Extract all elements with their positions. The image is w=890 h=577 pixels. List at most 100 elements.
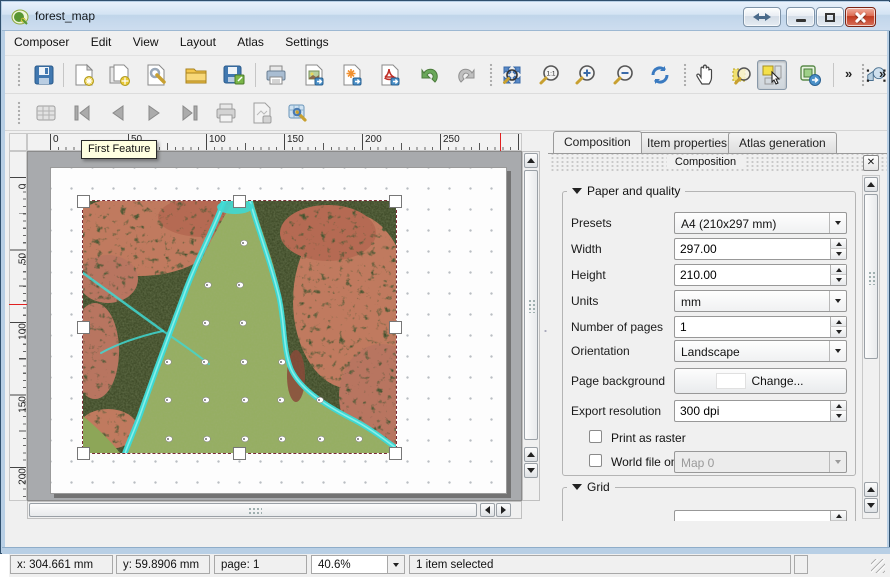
spin-up-icon[interactable] — [830, 265, 846, 275]
spin-up-icon[interactable] — [830, 317, 846, 327]
selection-handle-nw[interactable] — [77, 195, 90, 208]
menu-settings[interactable]: Settings — [276, 31, 337, 53]
toolbar-drag-handle[interactable] — [17, 63, 21, 87]
duplicate-composition-button[interactable] — [105, 60, 135, 90]
width-input[interactable] — [674, 238, 847, 260]
panel-vertical-scrollbar[interactable] — [862, 175, 880, 519]
save-project-button[interactable] — [29, 60, 59, 90]
dock-close-button[interactable]: ✕ — [863, 155, 879, 171]
spin-up-icon[interactable] — [830, 401, 846, 411]
panel-scroll-thumb[interactable] — [864, 194, 878, 359]
height-spinbox[interactable] — [674, 264, 847, 286]
tab-composition[interactable]: Composition — [553, 131, 642, 153]
menu-composer[interactable]: Composer — [5, 31, 78, 53]
presets-combo[interactable]: A4 (210x297 mm) — [674, 212, 847, 234]
units-combo[interactable]: mm — [674, 290, 847, 312]
load-template-button[interactable] — [181, 60, 211, 90]
minimize-button[interactable] — [786, 7, 815, 27]
new-composition-button[interactable] — [69, 60, 99, 90]
grid-group-header[interactable]: Grid — [567, 480, 615, 494]
height-input[interactable] — [674, 264, 847, 286]
next-feature-button[interactable] — [139, 98, 169, 128]
spin-up-icon[interactable] — [830, 239, 846, 249]
export-svg-button[interactable] — [337, 60, 367, 90]
pan-button[interactable] — [691, 60, 721, 90]
canvas-horizontal-scrollbar[interactable] — [27, 501, 522, 519]
spin-down-icon[interactable] — [830, 411, 846, 421]
last-feature-button[interactable] — [175, 98, 205, 128]
canvas-vertical-scrollbar[interactable] — [522, 151, 540, 501]
menu-atlas[interactable]: Atlas — [228, 31, 273, 53]
toolbar-drag-handle[interactable] — [683, 63, 687, 87]
menu-layout[interactable]: Layout — [171, 31, 225, 53]
toolbar-overflow-chevron[interactable]: » — [879, 66, 885, 81]
undo-button[interactable] — [415, 60, 445, 90]
composition-panel: Composition Item properties Atlas genera… — [548, 131, 887, 521]
spin-down-icon[interactable] — [830, 327, 846, 337]
number-of-pages-input[interactable] — [674, 316, 847, 338]
selection-handle-sw[interactable] — [77, 447, 90, 460]
selection-handle-ne[interactable] — [389, 195, 402, 208]
spin-down-icon[interactable] — [830, 249, 846, 259]
zoom-level-combo[interactable]: 40.6% — [311, 555, 405, 574]
refresh-button[interactable] — [645, 60, 675, 90]
export-resolution-input[interactable] — [674, 400, 847, 422]
previous-feature-button[interactable] — [103, 98, 133, 128]
spin-down-icon[interactable] — [830, 275, 846, 285]
title-bar[interactable]: forest_map — [2, 2, 890, 31]
dock-header[interactable]: Composition ✕ — [550, 154, 887, 172]
toolbar-overflow-chevron[interactable]: » — [845, 66, 851, 81]
redo-button[interactable] — [451, 60, 481, 90]
zoom-out-button[interactable] — [609, 60, 639, 90]
zoom-in-button[interactable] — [571, 60, 601, 90]
zoom-actual-button[interactable]: 1:1 — [535, 60, 565, 90]
export-atlas-button[interactable] — [247, 98, 277, 128]
spin-up-icon[interactable] — [830, 511, 846, 521]
horizontal-scroll-thumb[interactable] — [29, 503, 477, 517]
grid-input[interactable] — [674, 510, 847, 521]
selection-handle-e[interactable] — [389, 321, 402, 334]
export-pdf-button[interactable] — [375, 60, 405, 90]
zoom-region-button[interactable] — [727, 60, 757, 90]
atlas-settings-button[interactable] — [283, 98, 313, 128]
selection-handle-n[interactable] — [233, 195, 246, 208]
shade-button[interactable] — [743, 7, 781, 27]
paper-group-header[interactable]: Paper and quality — [567, 184, 685, 198]
selection-handle-se[interactable] — [389, 447, 402, 460]
orientation-combo[interactable]: Landscape — [674, 340, 847, 362]
composition-viewport[interactable] — [27, 151, 522, 501]
zoom-full-button[interactable] — [497, 60, 527, 90]
close-button[interactable] — [845, 7, 876, 27]
select-move-item-button[interactable] — [757, 60, 787, 90]
page-background-button[interactable]: Change... — [674, 368, 847, 394]
world-file-checkbox[interactable] — [589, 454, 602, 467]
tab-atlas-generation[interactable]: Atlas generation — [728, 132, 837, 153]
save-template-button[interactable] — [219, 60, 249, 90]
resize-grip[interactable] — [871, 559, 885, 573]
export-image-button[interactable] — [299, 60, 329, 90]
toolbar-drag-handle[interactable] — [489, 63, 493, 87]
map-item-selected[interactable] — [83, 201, 396, 453]
paper-page[interactable] — [50, 167, 507, 494]
print-as-raster-checkbox[interactable] — [589, 430, 602, 443]
number-of-pages-spinbox[interactable] — [674, 316, 847, 338]
width-spinbox[interactable] — [674, 238, 847, 260]
menu-edit[interactable]: Edit — [82, 31, 121, 53]
first-feature-button[interactable] — [67, 98, 97, 128]
maximize-button[interactable] — [816, 7, 844, 27]
composer-manager-button[interactable] — [141, 60, 171, 90]
ruler-cursor-marker-x — [500, 133, 501, 151]
grid-spinbox[interactable] — [674, 510, 847, 521]
export-resolution-spinbox[interactable] — [674, 400, 847, 422]
print-button[interactable] — [261, 60, 291, 90]
world-file-map-combo[interactable]: Map 0 — [674, 451, 847, 473]
move-content-button[interactable] — [795, 60, 825, 90]
print-atlas-button[interactable] — [211, 98, 241, 128]
selection-handle-s[interactable] — [233, 447, 246, 460]
menu-view[interactable]: View — [124, 31, 168, 53]
preview-atlas-button[interactable] — [31, 98, 61, 128]
toolbar-drag-handle[interactable] — [17, 101, 21, 125]
vertical-scroll-thumb[interactable] — [524, 170, 538, 440]
tab-item-properties[interactable]: Item properties — [636, 132, 738, 153]
selection-handle-w[interactable] — [77, 321, 90, 334]
